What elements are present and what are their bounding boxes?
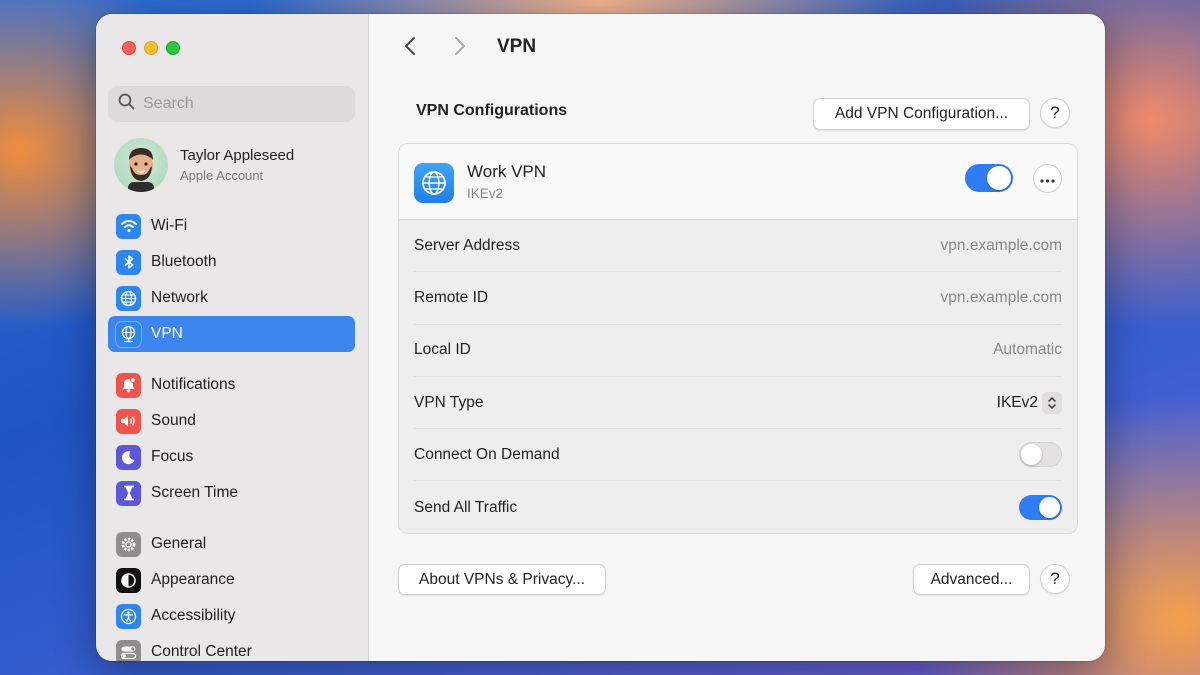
- remote-id-value: vpn.example.com: [940, 288, 1062, 306]
- sidebar-item-network[interactable]: Network: [108, 280, 355, 316]
- vpn-configuration-header: Work VPN IKEv2: [399, 144, 1077, 220]
- appearance-icon: [116, 567, 141, 593]
- bell-icon: [116, 372, 141, 398]
- window-controls: [122, 41, 180, 55]
- sidebar-item-label: Accessibility: [151, 607, 236, 624]
- local-id-row: Local ID Automatic: [414, 325, 1062, 377]
- sidebar-item-accessibility[interactable]: Accessibility: [108, 598, 355, 634]
- help-button-bottom[interactable]: ?: [1040, 564, 1070, 594]
- row-label: Remote ID: [414, 288, 489, 306]
- sidebar-item-appearance[interactable]: Appearance: [108, 562, 355, 598]
- sidebar-item-label: General: [151, 535, 207, 552]
- vpn-options-button[interactable]: [1033, 164, 1062, 193]
- sidebar-item-vpn[interactable]: VPN: [108, 316, 355, 352]
- remote-id-row: Remote ID vpn.example.com: [414, 272, 1062, 325]
- send-all-traffic-row: Send All Traffic: [414, 481, 1062, 533]
- local-id-value: Automatic: [993, 341, 1062, 359]
- help-button[interactable]: ?: [1040, 98, 1070, 128]
- sidebar-item-notifications[interactable]: Notifications: [108, 367, 355, 403]
- sidebar-item-label: Focus: [151, 448, 194, 465]
- sidebar-item-label: Control Center: [151, 643, 252, 660]
- add-vpn-configuration-button[interactable]: Add VPN Configuration...: [813, 98, 1030, 130]
- chevron-right-icon: [454, 36, 466, 61]
- sidebar-item-general[interactable]: General: [108, 526, 355, 562]
- search-field[interactable]: [108, 86, 355, 122]
- zoom-window-button[interactable]: [166, 41, 180, 55]
- sidebar-nav: Wi-Fi Bluetooth Network VPN Notification…: [108, 208, 355, 661]
- minimize-window-button[interactable]: [144, 41, 158, 55]
- advanced-button[interactable]: Advanced...: [913, 564, 1030, 595]
- vpn-enabled-toggle[interactable]: [965, 164, 1013, 192]
- account-name: Taylor Appleseed: [180, 147, 295, 164]
- vpn-type-popup[interactable]: IKEv2: [996, 391, 1062, 414]
- sidebar-item-sound[interactable]: Sound: [108, 403, 355, 439]
- sidebar-item-bluetooth[interactable]: Bluetooth: [108, 244, 355, 280]
- server-address-row: Server Address vpn.example.com: [414, 220, 1062, 273]
- avatar: [114, 138, 168, 192]
- connect-on-demand-toggle[interactable]: [1019, 442, 1062, 468]
- sidebar-item-label: VPN: [151, 325, 183, 342]
- row-label: Connect On Demand: [414, 445, 560, 463]
- back-button[interactable]: [395, 33, 425, 63]
- close-window-button[interactable]: [122, 41, 136, 55]
- bluetooth-icon: [116, 249, 141, 275]
- chevron-updown-icon: [1042, 391, 1062, 414]
- sidebar-item-screen-time[interactable]: Screen Time: [108, 475, 355, 511]
- connect-on-demand-row: Connect On Demand: [414, 429, 1062, 482]
- vpn-protocol: IKEv2: [467, 186, 504, 201]
- vpn-detail-list: Server Address vpn.example.com Remote ID…: [399, 220, 1077, 533]
- about-vpns-privacy-button[interactable]: About VPNs & Privacy...: [398, 564, 606, 595]
- page-title: VPN: [497, 36, 537, 57]
- vpn-configuration-card: Work VPN IKEv2 Server Address vpn.exampl…: [398, 143, 1078, 534]
- row-label: Server Address: [414, 236, 520, 254]
- search-icon: [118, 93, 135, 115]
- toolbar: VPN: [370, 14, 1105, 82]
- settings-window: Taylor Appleseed Apple Account Wi-Fi Blu…: [96, 14, 1105, 661]
- ellipsis-icon: [1040, 170, 1055, 188]
- hourglass-icon: [116, 480, 141, 506]
- sidebar-item-label: Appearance: [151, 571, 235, 588]
- sidebar-item-label: Network: [151, 289, 208, 306]
- sidebar-item-wifi[interactable]: Wi-Fi: [108, 208, 355, 244]
- main-pane: VPN VPN Configurations Add VPN Configura…: [370, 14, 1105, 661]
- section-title: VPN Configurations: [416, 102, 568, 119]
- sidebar-item-label: Bluetooth: [151, 253, 217, 270]
- server-address-value: vpn.example.com: [940, 236, 1062, 254]
- sidebar-item-label: Sound: [151, 412, 196, 429]
- vpn-type-row: VPN Type IKEv2: [414, 377, 1062, 430]
- sidebar-item-label: Notifications: [151, 376, 236, 393]
- apple-account-item[interactable]: Taylor Appleseed Apple Account: [114, 138, 294, 192]
- row-label: Local ID: [414, 341, 471, 359]
- vpn-type-value: IKEv2: [996, 393, 1038, 411]
- wifi-icon: [116, 213, 141, 239]
- gear-icon: [116, 531, 141, 557]
- globe-icon: [116, 285, 141, 311]
- control-center-icon: [116, 639, 141, 661]
- accessibility-icon: [116, 603, 141, 629]
- speaker-icon: [116, 408, 141, 434]
- moon-icon: [116, 444, 141, 470]
- row-label: Send All Traffic: [414, 498, 518, 516]
- account-subtitle: Apple Account: [180, 168, 264, 183]
- vpn-name: Work VPN: [467, 162, 547, 181]
- row-label: VPN Type: [414, 393, 484, 411]
- chevron-left-icon: [404, 36, 416, 61]
- sidebar-item-focus[interactable]: Focus: [108, 439, 355, 475]
- vpn-globe-icon: [116, 321, 141, 347]
- sidebar-item-label: Wi-Fi: [151, 217, 188, 234]
- sidebar-item-label: Screen Time: [151, 484, 239, 501]
- search-input[interactable]: [143, 95, 343, 113]
- sidebar: Taylor Appleseed Apple Account Wi-Fi Blu…: [96, 14, 369, 661]
- sidebar-item-control-center[interactable]: Control Center: [108, 634, 355, 661]
- send-all-traffic-toggle[interactable]: [1019, 495, 1062, 521]
- forward-button[interactable]: [445, 33, 475, 63]
- vpn-globe-icon: [414, 163, 454, 203]
